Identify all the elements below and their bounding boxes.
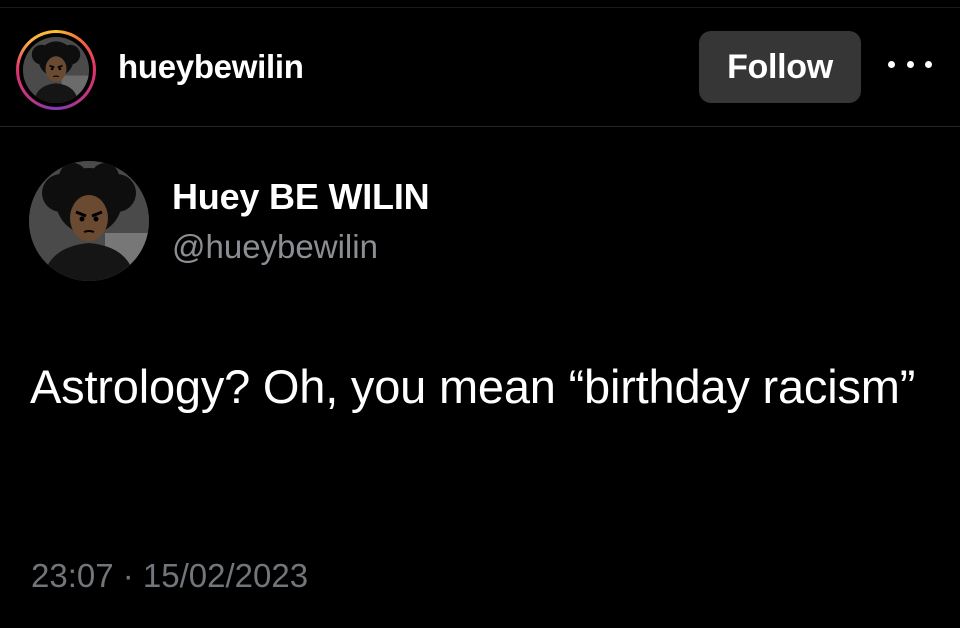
tweet-text: Astrology? Oh, you mean “birthday racism… xyxy=(30,360,916,413)
more-dot xyxy=(925,60,932,68)
header-username[interactable]: hueybewilin xyxy=(118,48,304,86)
post-header: hueybewilin Follow xyxy=(0,8,960,127)
avatar-ring-gap xyxy=(19,33,93,107)
tweet-timestamp[interactable]: 23:07 · 15/02/2023 xyxy=(31,557,308,595)
tweet-display-name[interactable]: Huey BE WILIN xyxy=(172,176,430,218)
more-horizontal-icon[interactable] xyxy=(888,54,932,74)
tweet-handle[interactable]: @hueybewilin xyxy=(172,228,378,266)
avatar-cartoon-icon xyxy=(29,161,149,281)
follow-button[interactable]: Follow xyxy=(699,31,861,103)
tweet-avatar[interactable] xyxy=(29,161,149,281)
post-frame: hueybewilin Follow Huey BE WILIN @hueybe xyxy=(0,0,960,628)
header-avatar[interactable] xyxy=(23,37,89,103)
story-ring[interactable] xyxy=(16,30,96,110)
more-dot xyxy=(906,60,914,68)
more-dot xyxy=(888,60,895,68)
avatar-cartoon-icon xyxy=(23,37,89,103)
